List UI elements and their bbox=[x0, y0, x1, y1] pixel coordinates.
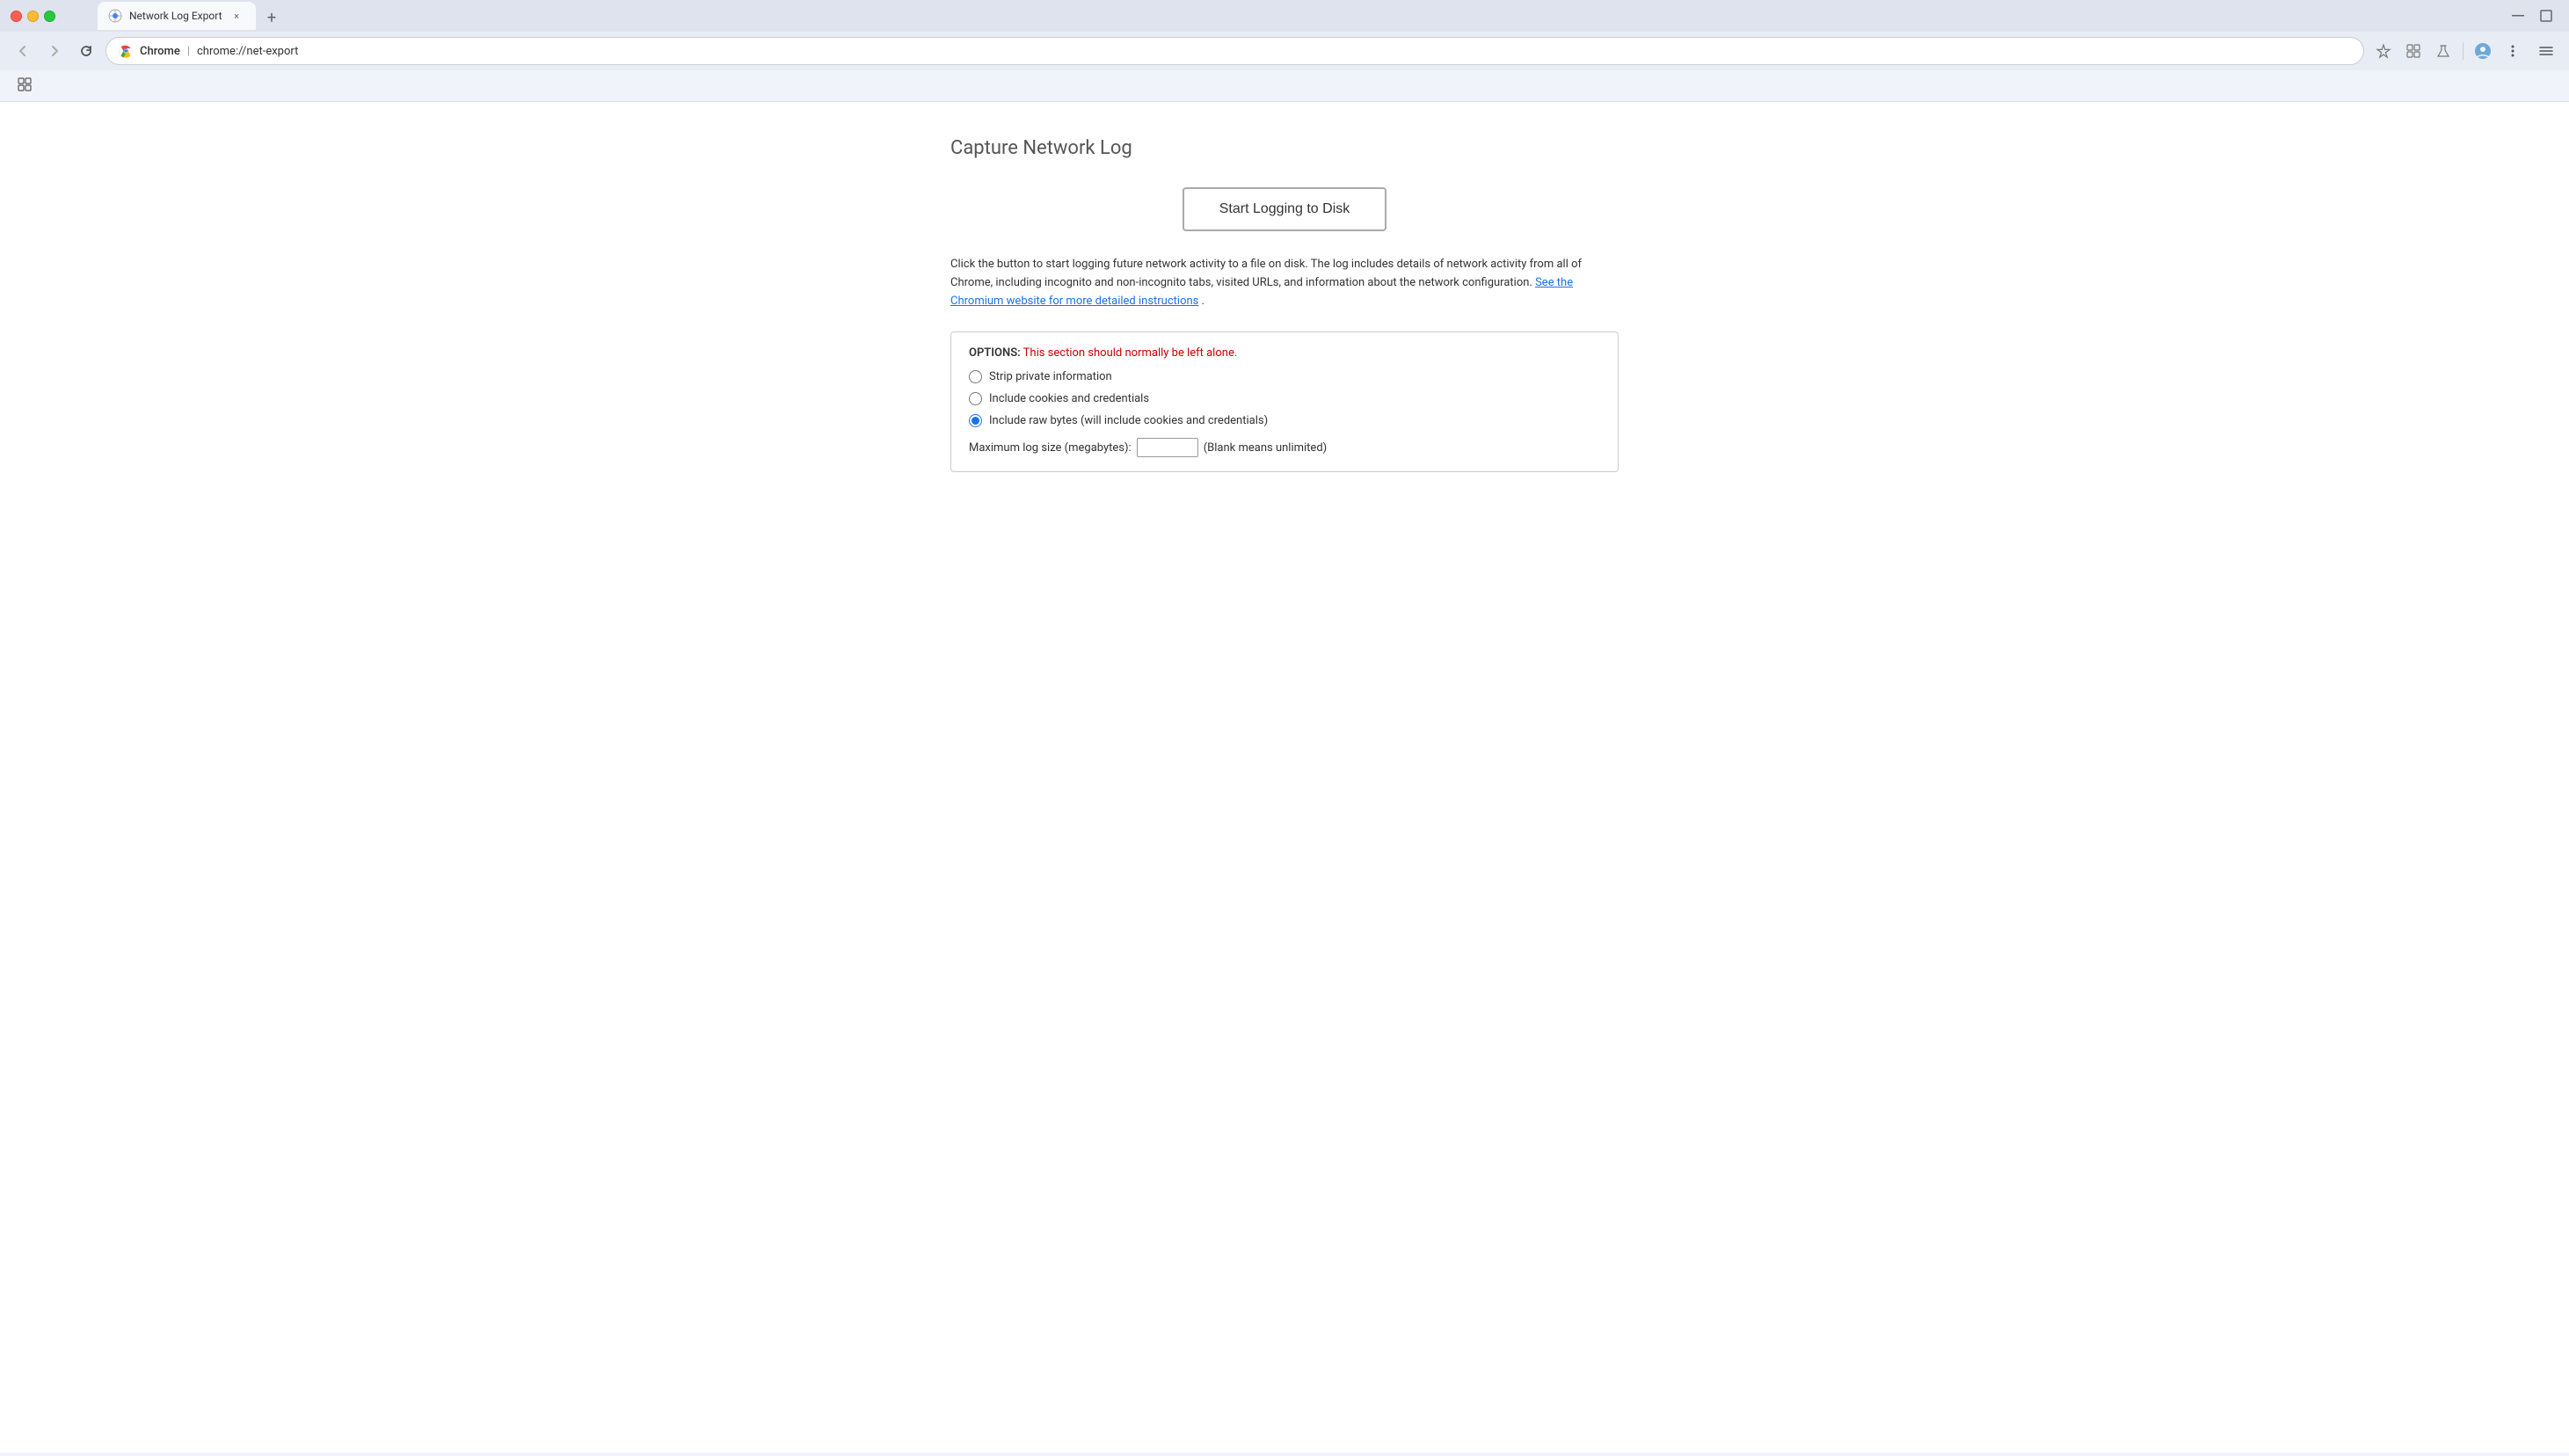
options-warning: This section should normally be left alo… bbox=[1023, 346, 1238, 360]
address-url: chrome://net-export bbox=[197, 45, 298, 58]
page-content: Capture Network Log Start Logging to Dis… bbox=[0, 102, 2569, 1452]
radio-cookies-label: Include cookies and credentials bbox=[989, 392, 1149, 405]
traffic-lights bbox=[11, 11, 55, 22]
profile-button[interactable] bbox=[2471, 39, 2495, 63]
back-button[interactable] bbox=[11, 39, 35, 63]
radio-strip-private[interactable]: Strip private information bbox=[969, 370, 1600, 383]
options-label: OPTIONS: bbox=[969, 346, 1021, 360]
radio-strip-label: Strip private information bbox=[989, 370, 1112, 383]
radio-raw-input[interactable] bbox=[969, 414, 982, 427]
radio-group: Strip private information Include cookie… bbox=[969, 370, 1600, 427]
new-tab-button[interactable]: + bbox=[259, 5, 284, 30]
close-tab-button[interactable]: × bbox=[229, 9, 244, 23]
radio-raw-label: Include raw bytes (will include cookies … bbox=[989, 414, 1268, 427]
tab-title: Network Log Export bbox=[129, 10, 222, 22]
chrome-logo-icon bbox=[119, 44, 133, 58]
description-text: Click the button to start logging future… bbox=[950, 256, 1619, 310]
page-title: Capture Network Log bbox=[950, 137, 1132, 159]
grid-view-button[interactable] bbox=[11, 74, 39, 98]
window-minimize-icon[interactable] bbox=[2506, 4, 2530, 28]
nav-icons bbox=[2371, 39, 2558, 63]
radio-include-raw[interactable]: Include raw bytes (will include cookies … bbox=[969, 414, 1600, 427]
address-bar[interactable]: Chrome | chrome://net-export bbox=[106, 37, 2364, 65]
radio-cookies-input[interactable] bbox=[969, 392, 982, 405]
max-size-input[interactable] bbox=[1137, 438, 1198, 457]
address-brand: Chrome bbox=[140, 45, 180, 58]
title-bar: Network Log Export × + bbox=[0, 0, 2569, 32]
options-header: OPTIONS: This section should normally be… bbox=[969, 346, 1600, 360]
bookmark-star-button[interactable] bbox=[2371, 39, 2396, 63]
lab-button[interactable] bbox=[2431, 39, 2456, 63]
max-size-hint: (Blank means unlimited) bbox=[1204, 441, 1328, 455]
radio-include-cookies[interactable]: Include cookies and credentials bbox=[969, 392, 1600, 405]
more-options-button[interactable] bbox=[2500, 39, 2525, 63]
max-size-row: Maximum log size (megabytes): (Blank mea… bbox=[969, 438, 1600, 457]
close-window-button[interactable] bbox=[11, 11, 22, 22]
extension-puzzle-button[interactable] bbox=[2401, 39, 2426, 63]
minimize-window-button[interactable] bbox=[27, 11, 39, 22]
radio-strip-input[interactable] bbox=[969, 370, 982, 383]
tab-strip-button[interactable] bbox=[2534, 39, 2558, 63]
active-tab[interactable]: Network Log Export × bbox=[98, 2, 256, 30]
toolbar bbox=[0, 70, 2569, 102]
description-part1: Click the button to start logging future… bbox=[950, 258, 1582, 289]
maximize-window-button[interactable] bbox=[44, 11, 55, 22]
max-size-label: Maximum log size (megabytes): bbox=[969, 441, 1132, 455]
start-logging-button[interactable]: Start Logging to Disk bbox=[1183, 187, 1387, 231]
nav-bar: Chrome | chrome://net-export bbox=[0, 32, 2569, 70]
reload-button[interactable] bbox=[74, 39, 98, 63]
window-expand-icon[interactable] bbox=[2534, 4, 2558, 28]
options-box: OPTIONS: This section should normally be… bbox=[950, 331, 1619, 472]
forward-button[interactable] bbox=[42, 39, 67, 63]
tab-favicon-icon bbox=[108, 9, 122, 23]
description-part2: . bbox=[1202, 295, 1204, 308]
